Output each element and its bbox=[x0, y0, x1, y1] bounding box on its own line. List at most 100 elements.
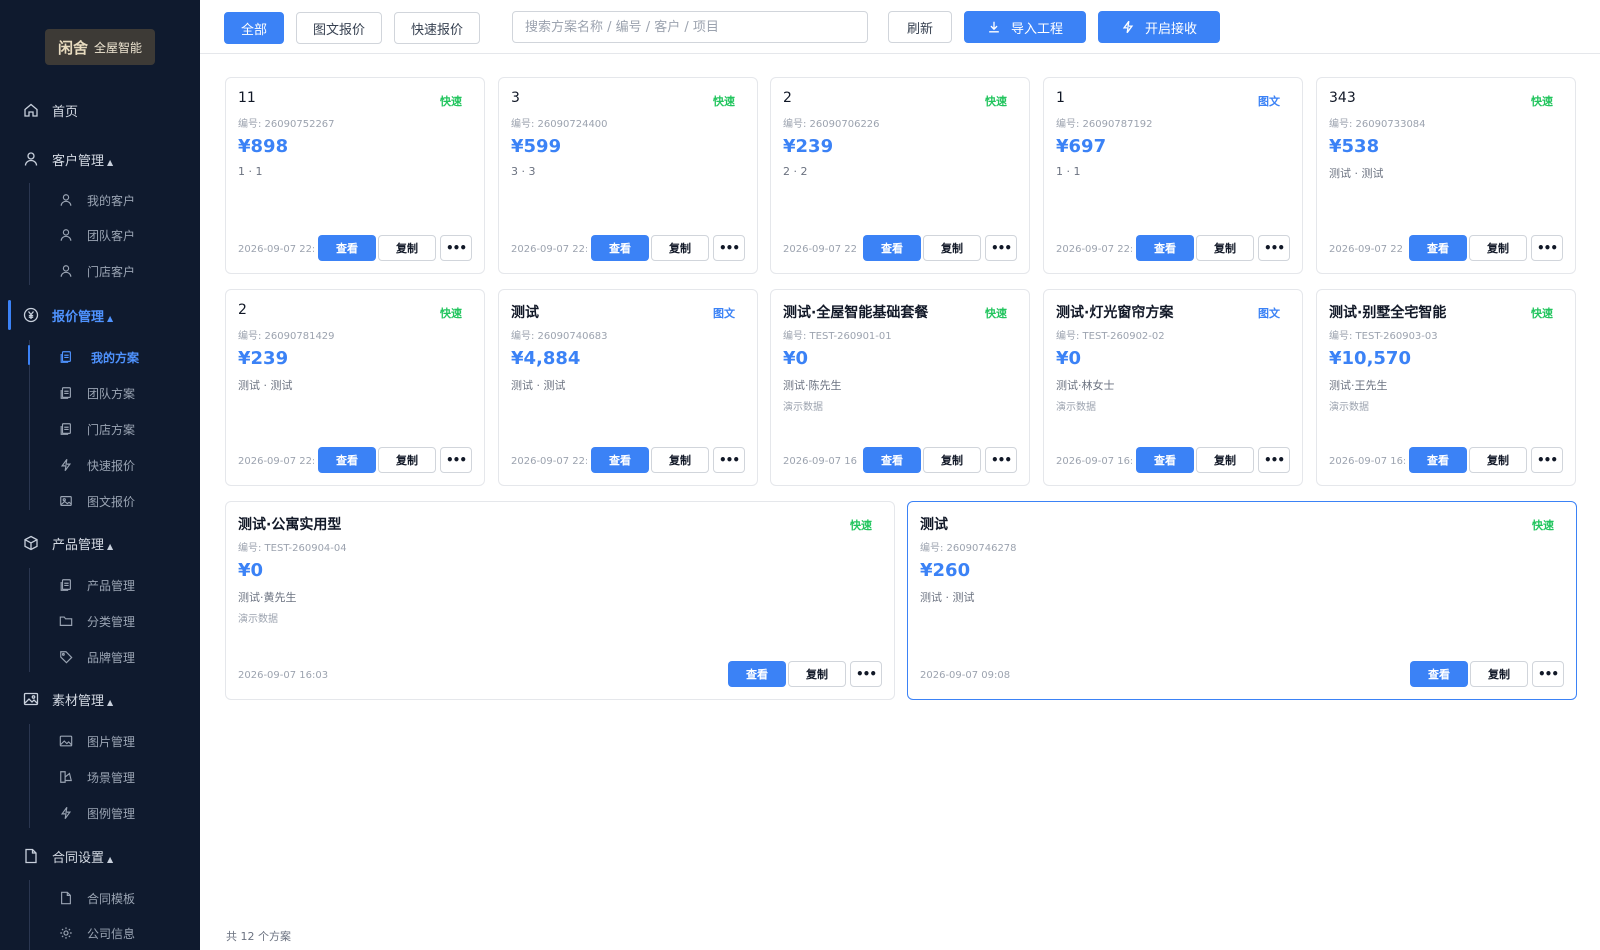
copy-button[interactable]: 复制 bbox=[651, 447, 709, 473]
sidebar-item-brands[interactable]: 品牌管理 bbox=[0, 644, 200, 670]
view-button[interactable]: 查看 bbox=[863, 447, 921, 473]
enable-receive-label: 开启接收 bbox=[1144, 21, 1197, 37]
sidebar-item-label: 公司信息 bbox=[87, 926, 136, 941]
more-options-button[interactable]: ••• bbox=[850, 661, 882, 687]
sidebar-item-store-plans[interactable]: 门店方案 bbox=[0, 416, 200, 442]
plan-code: 编号: TEST-260902-02 bbox=[1056, 331, 1165, 342]
plan-card[interactable]: 测试·全屋智能基础套餐 快速 编号: TEST-260901-01 ¥0 测试·陈先生演… bbox=[770, 289, 1030, 486]
view-button[interactable]: 查看 bbox=[1410, 661, 1468, 687]
more-options-button[interactable]: ••• bbox=[1532, 661, 1564, 687]
plan-title: 测试·公寓实用型 bbox=[238, 517, 342, 533]
copy-button[interactable]: 复制 bbox=[1469, 447, 1527, 473]
plan-card[interactable]: 测试·公寓实用型 快速 编号: TEST-260904-04 ¥0 测试·黄先生 演示数据… bbox=[225, 501, 895, 700]
more-options-button[interactable]: ••• bbox=[1531, 235, 1563, 261]
sidebar-item-contract-templates[interactable]: 合同模板 bbox=[0, 885, 200, 911]
view-button[interactable]: 查看 bbox=[591, 235, 649, 261]
sidebar-item-scenes[interactable]: 场景管理 bbox=[0, 764, 200, 790]
plan-card[interactable]: 测试·别墅全宅智能 快速 编号: TEST-260903-03 ¥10,570 测试·王… bbox=[1316, 289, 1576, 486]
sidebar-item-quick-quote[interactable]: 快速报价 bbox=[0, 452, 200, 478]
sidebar-item-team-plans[interactable]: 团队方案 bbox=[0, 380, 200, 406]
plan-card[interactable]: 2 快速 编号: 26090781429 ¥239 测试 · 测试 2026-09-07 … bbox=[225, 289, 485, 486]
copy-button[interactable]: 复制 bbox=[378, 447, 436, 473]
copy-button[interactable]: 复制 bbox=[923, 235, 981, 261]
sidebar-item-image-quote[interactable]: 图文报价 bbox=[0, 488, 200, 514]
copy-button[interactable]: 复制 bbox=[1196, 235, 1254, 261]
plan-card[interactable]: 测试 图文 编号: 26090740683 ¥4,884 测试 · 测试 2026-09-… bbox=[498, 289, 758, 486]
sidebar-item-products[interactable]: 产品管理 bbox=[0, 572, 200, 598]
filter-all-button[interactable]: 全部 bbox=[224, 12, 284, 44]
sidebar-group-label: 客户管理 bbox=[52, 153, 105, 169]
view-button[interactable]: 查看 bbox=[1136, 447, 1194, 473]
plan-card[interactable]: 测试 快速 编号: 26090746278 ¥260 测试 · 测试 2026-09-07… bbox=[907, 501, 1577, 700]
enable-receive-button[interactable]: 开启接收 bbox=[1098, 11, 1220, 43]
more-options-button[interactable]: ••• bbox=[985, 235, 1017, 261]
plan-card[interactable]: 343 快速 编号: 26090733084 ¥538 测试 · 测试 2026-09-0… bbox=[1316, 77, 1576, 274]
more-options-button[interactable]: ••• bbox=[985, 447, 1017, 473]
plan-price: ¥599 bbox=[511, 136, 562, 157]
search-input[interactable] bbox=[512, 11, 868, 43]
import-project-button[interactable]: 导入工程 bbox=[964, 11, 1086, 43]
more-options-button[interactable]: ••• bbox=[713, 235, 745, 261]
copy-button[interactable]: 复制 bbox=[1470, 661, 1528, 687]
view-button[interactable]: 查看 bbox=[1409, 447, 1467, 473]
sidebar-item-legends[interactable]: 图例管理 bbox=[0, 800, 200, 826]
copy-button[interactable]: 复制 bbox=[788, 661, 846, 687]
view-button[interactable]: 查看 bbox=[728, 661, 786, 687]
plan-date: 2026-09-07 16:03 bbox=[238, 670, 329, 681]
import-project-label: 导入工程 bbox=[1010, 21, 1063, 37]
plan-note: 演示数据 bbox=[783, 402, 823, 413]
user-icon bbox=[58, 263, 74, 279]
view-button[interactable]: 查看 bbox=[318, 235, 376, 261]
view-button[interactable]: 查看 bbox=[863, 235, 921, 261]
view-button[interactable]: 查看 bbox=[1409, 235, 1467, 261]
plan-card[interactable]: 3 快速 编号: 26090724400 ¥599 3 · 3 2026-09-07 22… bbox=[498, 77, 758, 274]
sidebar-item-home[interactable]: 首页 bbox=[0, 96, 200, 124]
sidebar-group-contract[interactable]: 合同设置 ▲ bbox=[0, 842, 200, 870]
plan-title: 3 bbox=[511, 90, 520, 106]
copy-button[interactable]: 复制 bbox=[923, 447, 981, 473]
sidebar-item-company-info[interactable]: 公司信息 bbox=[0, 920, 200, 946]
sidebar-group-product[interactable]: 产品管理 ▲ bbox=[0, 529, 200, 557]
sidebar-group-customer[interactable]: 客户管理 ▲ bbox=[0, 145, 200, 173]
sidebar-item-images[interactable]: 图片管理 bbox=[0, 728, 200, 754]
plan-card[interactable]: 11 快速 编号: 26090752267 ¥898 1 · 1 2026-09-07 2… bbox=[225, 77, 485, 274]
sidebar-item-store-customers[interactable]: 门店客户 bbox=[0, 258, 200, 284]
sidebar-item-label: 分类管理 bbox=[87, 614, 136, 629]
brand-logo[interactable]: 闲舍 全屋智能 bbox=[45, 29, 155, 65]
more-options-button[interactable]: ••• bbox=[1258, 235, 1290, 261]
sidebar-group-label: 素材管理 bbox=[52, 693, 105, 709]
plan-card[interactable]: 2 快速 编号: 26090706226 ¥239 2 · 2 2026-09-07 22… bbox=[770, 77, 1030, 274]
more-options-button[interactable]: ••• bbox=[1531, 447, 1563, 473]
view-button[interactable]: 查看 bbox=[318, 447, 376, 473]
refresh-button[interactable]: 刷新 bbox=[888, 11, 952, 43]
copy-button[interactable]: 复制 bbox=[651, 235, 709, 261]
document-stack-icon bbox=[58, 349, 74, 365]
filter-quick-quote-button[interactable]: 快速报价 bbox=[394, 12, 480, 44]
more-options-button[interactable]: ••• bbox=[713, 447, 745, 473]
more-options-button[interactable]: ••• bbox=[440, 447, 472, 473]
plan-client: 测试·王先生 bbox=[1329, 379, 1388, 392]
plan-card[interactable]: 测试·灯光窗帘方案 图文 编号: TEST-260902-02 ¥0 测试·林女士 演示数… bbox=[1043, 289, 1303, 486]
plan-type-badge: 快速 bbox=[1532, 519, 1554, 532]
copy-button[interactable]: 复制 bbox=[1196, 447, 1254, 473]
sidebar-item-team-customers[interactable]: 团队客户 bbox=[0, 222, 200, 248]
sidebar-group-material[interactable]: 素材管理 ▲ bbox=[0, 685, 200, 713]
copy-button[interactable]: 复制 bbox=[378, 235, 436, 261]
view-button[interactable]: 查看 bbox=[591, 447, 649, 473]
more-options-button[interactable]: ••• bbox=[440, 235, 472, 261]
sidebar-item-label: 我的方案 bbox=[91, 350, 140, 365]
more-options-button[interactable]: ••• bbox=[1258, 447, 1290, 473]
plan-date: 2026-09-07 22: bbox=[238, 456, 314, 467]
copy-button[interactable]: 复制 bbox=[1469, 235, 1527, 261]
plan-client: 1 · 1 bbox=[238, 165, 263, 178]
sidebar-item-label: 门店方案 bbox=[87, 422, 136, 437]
sidebar-item-my-plans[interactable]: 我的方案 bbox=[0, 344, 200, 370]
sidebar-group-quote[interactable]: 报价管理 ▲ bbox=[0, 301, 200, 329]
sidebar-item-categories[interactable]: 分类管理 bbox=[0, 608, 200, 634]
plan-card[interactable]: 1 图文 编号: 26090787192 ¥697 1 · 1 2026-09-07 22… bbox=[1043, 77, 1303, 274]
sidebar-item-my-customers[interactable]: 我的客户 bbox=[0, 187, 200, 213]
filter-image-quote-button[interactable]: 图文报价 bbox=[296, 12, 382, 44]
plan-code: 编号: 26090706226 bbox=[783, 119, 880, 130]
view-button[interactable]: 查看 bbox=[1136, 235, 1194, 261]
caret-up-icon: ▲ bbox=[107, 541, 114, 551]
